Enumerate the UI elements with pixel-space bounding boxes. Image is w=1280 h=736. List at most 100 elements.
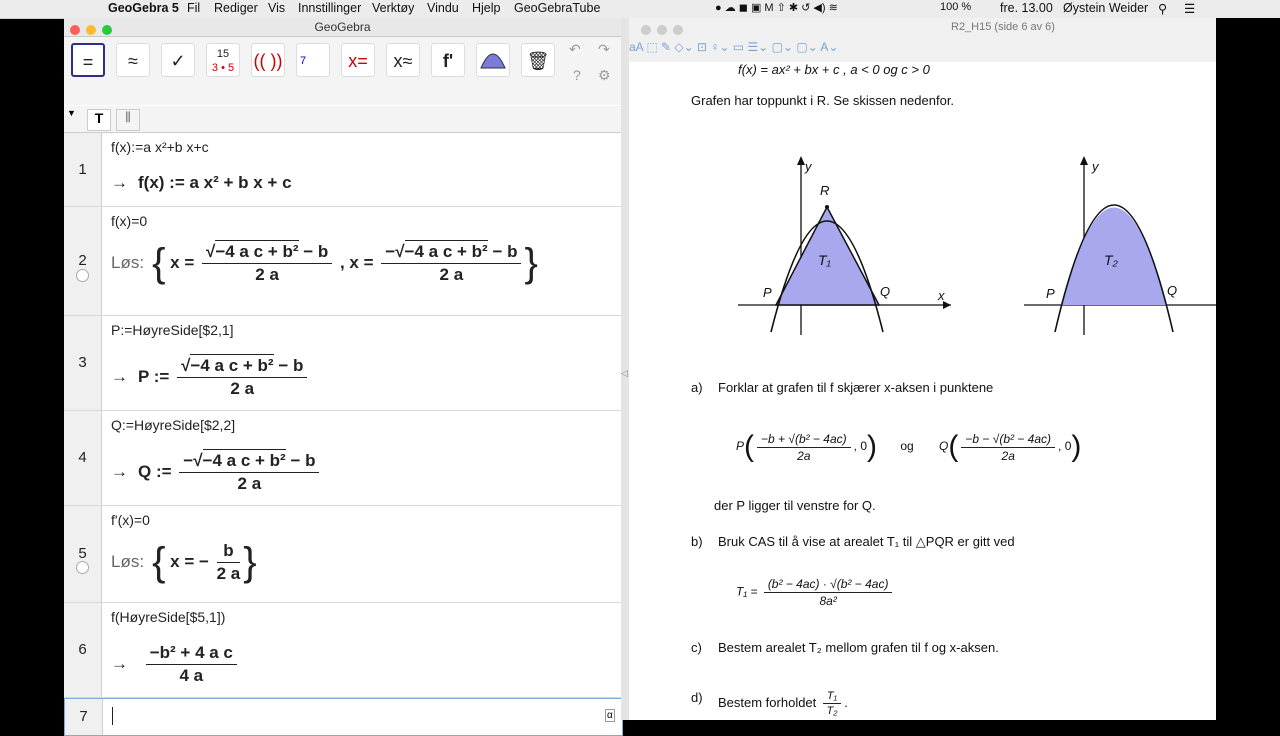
label-p-2: P [1046, 286, 1055, 301]
close-button-inactive[interactable] [641, 25, 651, 35]
point-r [825, 205, 829, 209]
zoom-button-inactive[interactable] [673, 25, 683, 35]
menu-hjelp[interactable]: Hjelp [472, 1, 501, 15]
row-output: → P := √−4 a c + b² − b2 a [111, 354, 310, 399]
menu-vindu[interactable]: Vindu [427, 1, 459, 15]
cas-toolbar: = ≈ ✓ 15 3 • 5 (( )) 7 x= x≈ f' 🗑 ↶ ↷ ? ⚙ [64, 37, 621, 105]
derivative-tool[interactable]: f' [431, 43, 465, 77]
row-number[interactable]: 6 [64, 603, 102, 697]
keep-input-tool[interactable]: ✓ [161, 43, 195, 77]
menu-innstillinger[interactable]: Innstillinger [298, 1, 361, 15]
menu-rediger[interactable]: Rediger [214, 1, 258, 15]
task-a-note: der P ligger til venstre for Q. [714, 498, 876, 513]
close-button[interactable] [70, 25, 80, 35]
expand-tool[interactable]: (( )) [251, 43, 285, 77]
menu-vis[interactable]: Vis [268, 1, 285, 15]
task-a-label: a) [691, 380, 703, 395]
numeric-tool[interactable]: ≈ [116, 43, 150, 77]
row-number[interactable]: 7 [65, 699, 103, 735]
substitute-tool[interactable]: 7 [296, 43, 330, 77]
desktop-background [1216, 18, 1280, 720]
row-input[interactable]: f'(x)=0 [111, 512, 150, 528]
menu-bar: GeoGebra 5 Fil Rediger Vis Innstillinger… [0, 0, 1280, 19]
label-t2: T₂ [1104, 252, 1118, 268]
window-divider[interactable]: ◁ [621, 18, 629, 720]
solve-numerically-tool[interactable]: x≈ [386, 43, 420, 77]
keyboard-icon[interactable]: ⫼ [116, 109, 140, 131]
app-name[interactable]: GeoGebra 5 [108, 1, 179, 15]
minimize-button-inactive[interactable] [657, 25, 667, 35]
label-y-2: y [1092, 159, 1099, 174]
row-number[interactable]: 4 [64, 411, 102, 505]
document-page: f(x) = ax² + bx + c , a < 0 og c > 0 Gra… [629, 62, 1216, 720]
task-c-text: Bestem arealet T₂ mellom grafen til f og… [718, 640, 999, 655]
search-icon[interactable]: ⚲ [1158, 1, 1167, 16]
cas-row-4[interactable]: 4 Q:=HøyreSide[$2,2] → Q := −√−4 a c + b²… [64, 411, 621, 506]
label-r: R [820, 183, 830, 198]
menu-fil[interactable]: Fil [187, 1, 200, 15]
redo-icon[interactable]: ↷ [598, 41, 610, 58]
task-d-label: d) [691, 690, 703, 705]
cas-row-1[interactable]: 1 f(x):=a x²+b x+c → f(x) := a x² + b x +… [64, 133, 621, 207]
minimize-button[interactable] [86, 25, 96, 35]
alpha-keyboard-icon[interactable]: α [605, 709, 615, 722]
text-style-button[interactable]: T [87, 109, 111, 131]
document-window-chrome: R2_H15 (side 6 av 6) aA ⬚ ✎ ◇⌄ ⊡ ♀⌄ ▭ ☰⌄… [629, 18, 1216, 63]
label-t1: T₁ [818, 252, 831, 268]
document-toolbar-icons[interactable]: aA ⬚ ✎ ◇⌄ ⊡ ♀⌄ ▭ ☰⌄ ▢⌄ ▢⌄ A⌄ [629, 40, 838, 54]
row-output: Løs:{ x = − b2 a} [111, 540, 257, 584]
label-p-1: P [763, 285, 772, 300]
document-title: R2_H15 (side 6 av 6) [951, 21, 1055, 33]
task-a-text: Forklar at grafen til f skjærer x-aksen … [718, 380, 994, 395]
cas-row-5[interactable]: 5 f'(x)=0 Løs:{ x = − b2 a} [64, 506, 621, 603]
menu-verktoy[interactable]: Verktøy [372, 1, 414, 15]
user-name[interactable]: Øystein Weider [1063, 1, 1148, 15]
clock: fre. 13.00 [1000, 1, 1053, 15]
menu-geogebratube[interactable]: GeoGebraTube [514, 1, 600, 15]
row-input[interactable]: Q:=HøyreSide[$2,2] [111, 417, 235, 433]
row-output: → f(x) := a x² + b x + c [111, 173, 292, 192]
window-lights [641, 22, 689, 40]
cas-row-7[interactable]: 7 α [64, 698, 623, 736]
row-input[interactable]: f(HøyreSide[$5,1]) [111, 609, 225, 625]
zoom-button[interactable] [102, 25, 112, 35]
radio-button[interactable] [76, 269, 89, 282]
label-q-1: Q [880, 284, 891, 299]
evaluate-tool[interactable]: = [71, 43, 105, 77]
row-output: → Q := −√−4 a c + b² − b2 a [111, 449, 322, 494]
row-number[interactable]: 2 [64, 207, 102, 315]
cas-row-2[interactable]: 2 f(x)=0 Løs:{ x = √−4 a c + b² − b2 a ,… [64, 207, 621, 316]
row-number[interactable]: 1 [64, 133, 102, 206]
cas-row-3[interactable]: 3 P:=HøyreSide[$2,1] → P := √−4 a c + b² … [64, 316, 621, 411]
undo-icon[interactable]: ↶ [569, 41, 581, 58]
row-output: Løs:{ x = √−4 a c + b² − b2 a , x = −√−4… [111, 240, 538, 285]
row-number[interactable]: 5 [64, 506, 102, 602]
task-c-label: c) [691, 640, 702, 655]
delete-tool[interactable]: 🗑 [521, 43, 555, 77]
window-title-bar: GeoGebra [64, 18, 621, 37]
solve-tool[interactable]: x= [341, 43, 375, 77]
help-icon[interactable]: ? [573, 67, 581, 83]
label-x-1: x [938, 288, 945, 303]
area-formula-t1: T₁ = (b² − 4ac) · √(b² − 4ac) 8a² [736, 577, 895, 608]
cas-row-6[interactable]: 6 f(HøyreSide[$5,1]) → −b² + 4 a c4 a [64, 603, 621, 698]
y-arrow-2 [1080, 156, 1088, 165]
geogebra-window: GeoGebra = ≈ ✓ 15 3 • 5 (( )) 7 x= x≈ f' … [64, 18, 623, 736]
probability-icon[interactable] [476, 43, 510, 77]
row-number[interactable]: 3 [64, 316, 102, 410]
radio-button[interactable] [76, 561, 89, 574]
status-icons: ● ☁ ◼ ▣ M ⇧ ✱ ↺ ◀) ≋ [715, 2, 838, 14]
parabola-sketches [738, 156, 1216, 335]
row-output: → −b² + 4 a c4 a [111, 643, 240, 686]
list-icon[interactable]: ☰ [1184, 1, 1195, 16]
row-input[interactable]: f(x)=0 [111, 213, 147, 229]
battery-level: 100 % [940, 1, 972, 13]
style-bar: ▼ T ⫼ [64, 106, 621, 133]
factor-tool[interactable]: 15 3 • 5 [206, 43, 240, 77]
gear-icon[interactable]: ⚙ [598, 67, 611, 84]
collapse-icon[interactable]: ▼ [67, 108, 76, 118]
task-d-text: Bestem forholdet T₁ T₂. [718, 690, 848, 717]
text-cursor [112, 707, 113, 725]
row-input[interactable]: f(x):=a x²+b x+c [111, 139, 209, 155]
row-input[interactable]: P:=HøyreSide[$2,1] [111, 322, 234, 338]
